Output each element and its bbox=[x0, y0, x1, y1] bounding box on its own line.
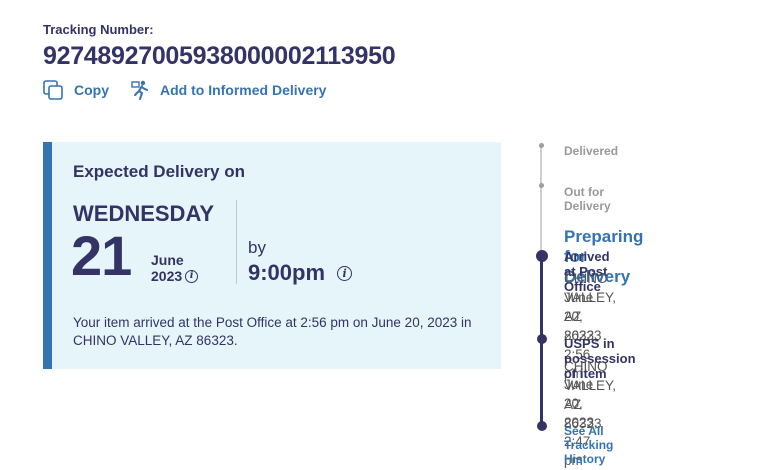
tracking-number: 92748927005938000002113950 bbox=[43, 42, 396, 70]
by-label: by bbox=[248, 238, 266, 257]
copy-icon bbox=[43, 80, 63, 100]
delivery-time-row: 9:00pm i bbox=[248, 260, 353, 286]
info-icon[interactable]: i bbox=[337, 265, 353, 281]
timeline-dot-current bbox=[536, 250, 548, 262]
timeline-dot bbox=[539, 143, 544, 148]
expected-delivery-title: Expected Delivery on bbox=[73, 162, 245, 181]
arrival-message: Your item arrived at the Post Office at … bbox=[73, 315, 472, 348]
status-delivered: Delivered bbox=[564, 144, 619, 158]
delivery-year-row: 2023 i bbox=[151, 268, 199, 284]
delivery-time: 9:00pm bbox=[248, 260, 326, 285]
status-out-for-delivery: Out for Delivery bbox=[564, 185, 611, 213]
info-icon[interactable]: i bbox=[185, 269, 199, 283]
copy-label: Copy bbox=[74, 82, 109, 98]
delivery-month: June bbox=[151, 252, 184, 268]
add-informed-delivery-button[interactable]: Add to Informed Delivery bbox=[131, 80, 326, 100]
timeline-dot bbox=[539, 183, 544, 188]
tracking-label: Tracking Number: bbox=[43, 22, 154, 37]
delivery-year: 2023 bbox=[151, 268, 183, 284]
mail-carrier-icon bbox=[131, 80, 148, 100]
timeline-dot bbox=[537, 334, 547, 344]
copy-button[interactable]: Copy bbox=[43, 80, 109, 100]
timeline-line-past bbox=[540, 147, 542, 255]
tracking-actions: Copy Add to Informed Delivery bbox=[43, 80, 326, 100]
expected-delivery-card: Expected Delivery on WEDNESDAY 21 June 2… bbox=[43, 142, 501, 369]
timeline-dot bbox=[537, 421, 547, 431]
see-all-history-link[interactable]: See All Tracking History bbox=[564, 424, 613, 466]
delivery-day: 21 bbox=[71, 224, 132, 287]
informed-delivery-label: Add to Informed Delivery bbox=[160, 82, 327, 98]
date-time-divider bbox=[236, 200, 237, 284]
